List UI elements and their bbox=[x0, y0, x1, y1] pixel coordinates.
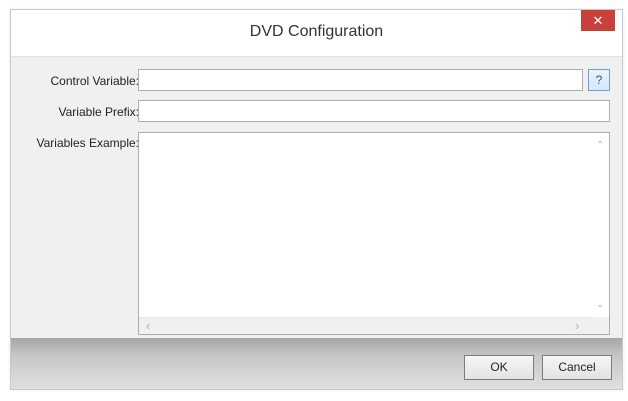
variable-prefix-label: Variable Prefix: bbox=[58, 105, 139, 119]
variable-prefix-input[interactable] bbox=[138, 100, 610, 122]
control-variable-label: Control Variable: bbox=[50, 74, 140, 88]
scroll-up-icon[interactable]: ⌃ bbox=[596, 141, 604, 151]
help-button[interactable]: ? bbox=[588, 69, 610, 91]
button-bar: OK Cancel bbox=[11, 338, 622, 389]
window-title: DVD Configuration bbox=[249, 23, 384, 40]
dvd-configuration-dialog: DVD Configuration ✕ Control Variable: ? … bbox=[10, 9, 623, 390]
control-variable-input[interactable] bbox=[138, 69, 583, 91]
variables-example-textarea[interactable]: ⌃ ⌄ ‹ › bbox=[138, 132, 610, 335]
variables-example-label: Variables Example: bbox=[36, 136, 140, 150]
ok-button[interactable]: OK bbox=[464, 355, 534, 380]
close-icon: ✕ bbox=[592, 13, 604, 28]
horizontal-scrollbar[interactable]: ‹ › bbox=[139, 317, 592, 334]
cancel-button[interactable]: Cancel bbox=[542, 355, 612, 380]
vertical-scrollbar[interactable]: ⌃ ⌄ bbox=[592, 133, 609, 317]
title-bar: DVD Configuration ✕ bbox=[11, 10, 622, 57]
scroll-left-icon[interactable]: ‹ bbox=[146, 319, 150, 332]
scrollbar-corner bbox=[592, 317, 609, 334]
scroll-down-icon[interactable]: ⌄ bbox=[596, 300, 604, 310]
close-button[interactable]: ✕ bbox=[581, 10, 615, 31]
scroll-right-icon[interactable]: › bbox=[575, 319, 579, 332]
